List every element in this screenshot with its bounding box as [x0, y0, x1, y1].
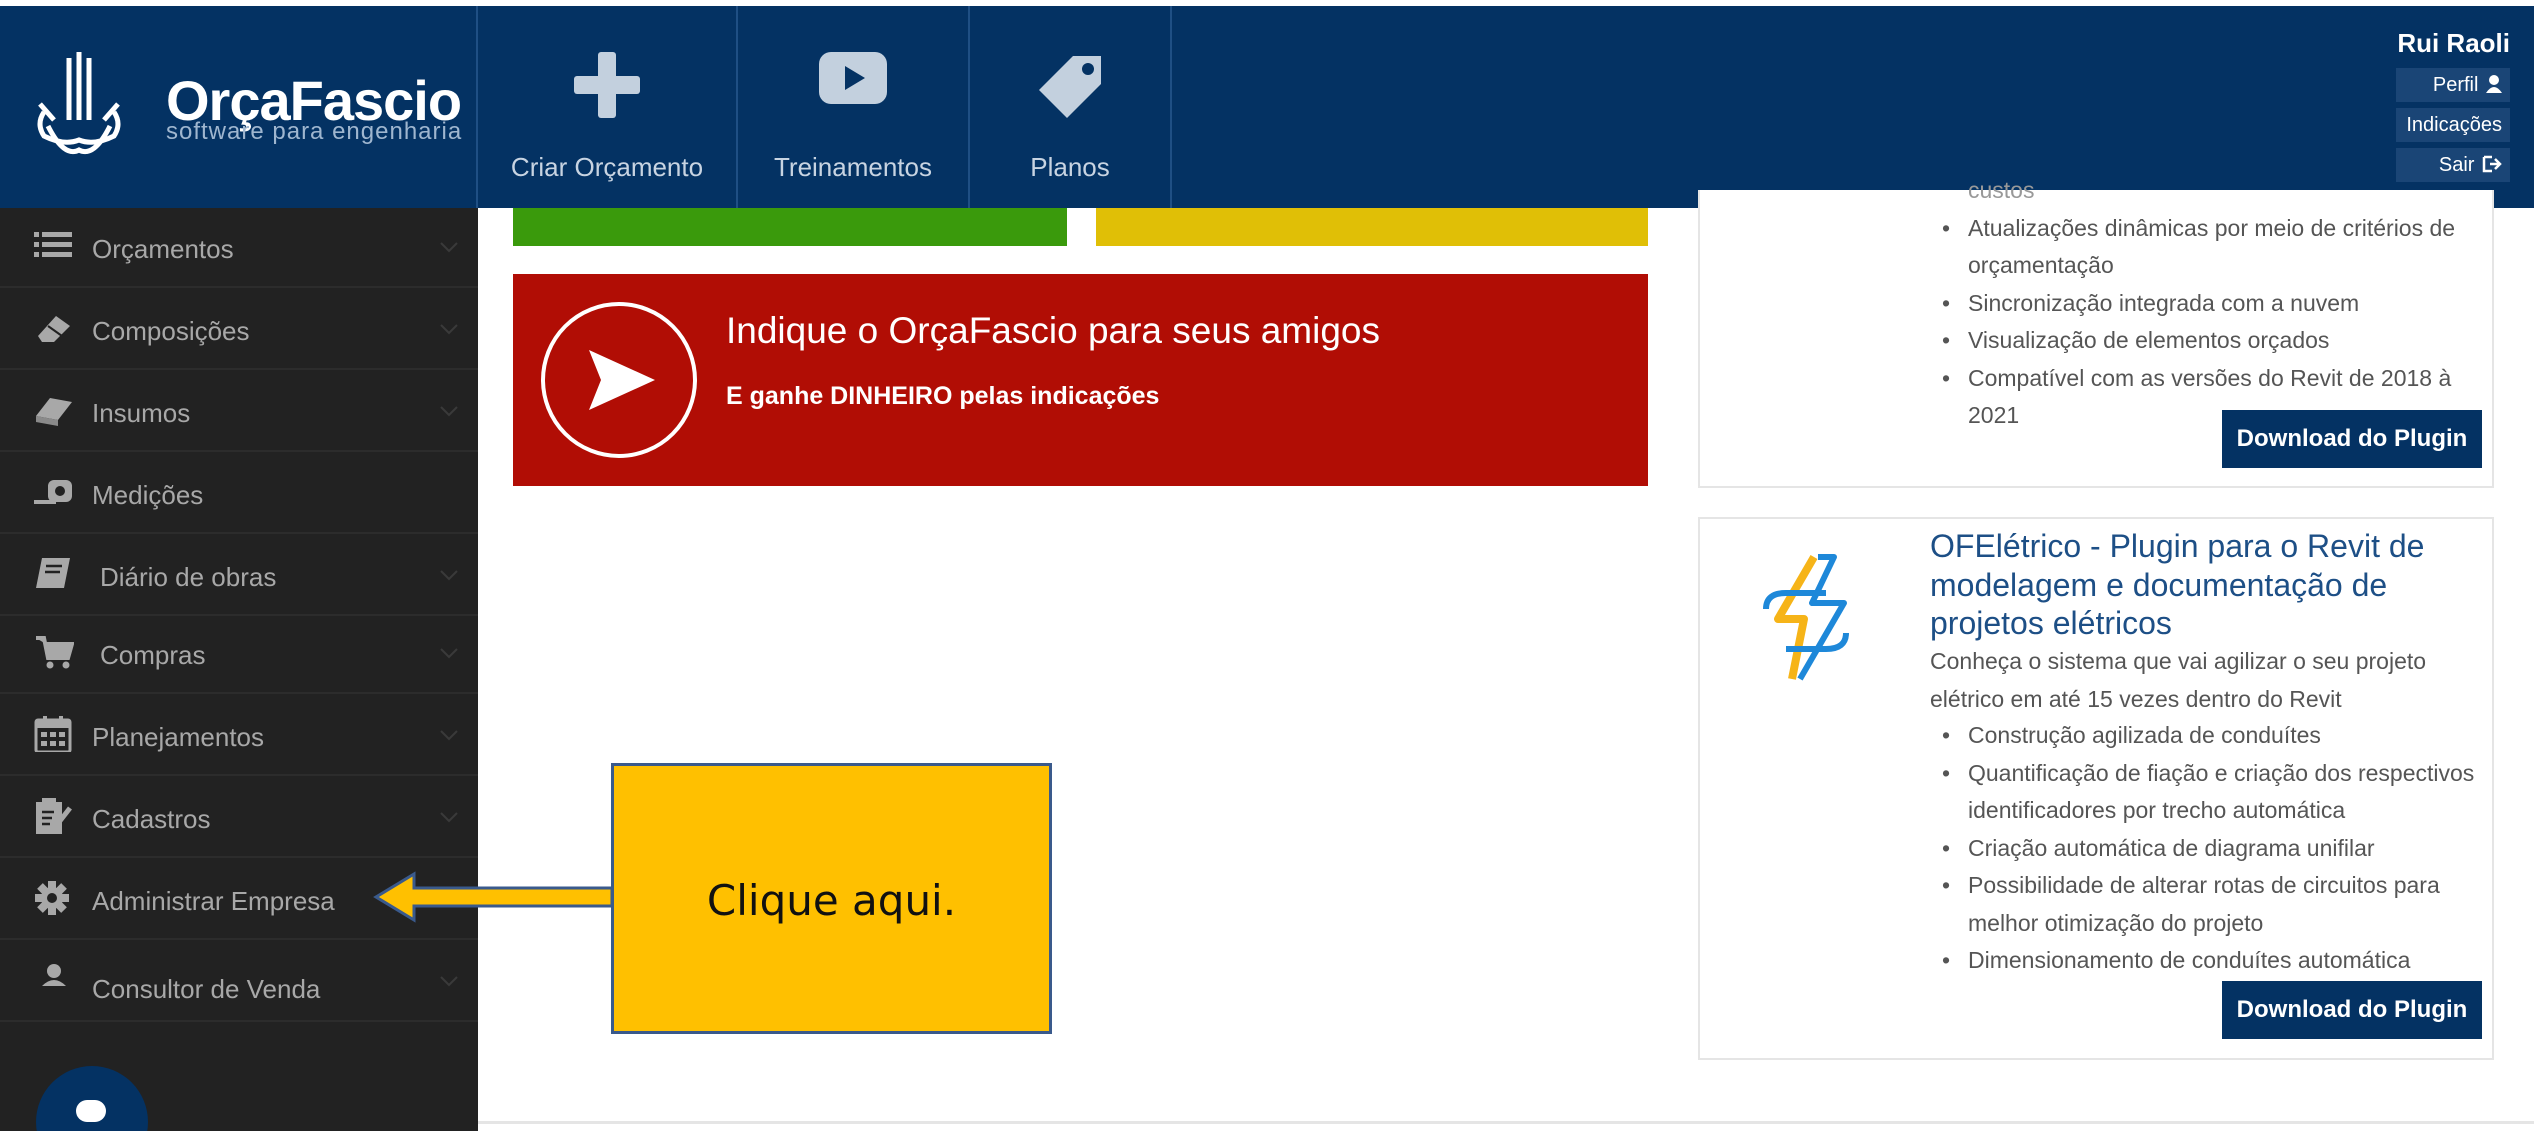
tag-icon	[1039, 56, 1101, 118]
plugin-card-orcamento: custos • Atualizações dinâmicas por meio …	[1698, 177, 2494, 488]
plugin-features-list: • Construção agilizada de conduítes • Quan…	[1942, 717, 2508, 980]
sidebar-item-label: Administrar Empresa	[92, 886, 335, 916]
sidebar-item-label: Compras	[100, 640, 206, 670]
nav-label: Criar Orçamento	[510, 152, 704, 182]
nav-treinamentos[interactable]: Treinamentos	[738, 6, 970, 208]
sidebar-item-orcamentos[interactable]: Orçamentos	[0, 208, 478, 288]
yellow-dashboard-tile[interactable]	[1096, 208, 1648, 246]
sidebar-item-label: Orçamentos	[92, 234, 234, 264]
annotation-arrow-icon	[373, 871, 614, 923]
chevron-down-icon	[440, 648, 458, 659]
sidebar-item-diario-de-obras[interactable]: Diário de obras	[0, 536, 478, 616]
user-icon	[42, 964, 66, 986]
annotation-callout: Clique aqui.	[611, 763, 1052, 1034]
brand-logo[interactable]: OrçaFascio software para engenharia	[0, 6, 478, 208]
referrals-link-label: Indicações	[2406, 114, 2502, 136]
sidebar-item-cadastros[interactable]: Cadastros	[0, 778, 478, 858]
sign-out-icon	[2482, 155, 2502, 173]
sidebar-item-label: Insumos	[92, 398, 191, 428]
profile-link[interactable]: Perfil	[2396, 68, 2510, 102]
download-plugin-button[interactable]: Download do Plugin	[2222, 410, 2482, 468]
list-item: • Sincronização integrada com a nuvem	[1942, 289, 2360, 316]
green-dashboard-tile[interactable]	[513, 208, 1067, 246]
chat-icon	[76, 1100, 106, 1122]
sidebar: Orçamentos Composições Insumos Medições …	[0, 208, 478, 1131]
play-icon	[819, 52, 887, 104]
referral-banner[interactable]: Indique o OrçaFascio para seus amigos E …	[513, 274, 1648, 486]
list-item: • Atualizações dinâmicas por meio de crit…	[1942, 214, 2456, 279]
tape-measure-icon	[34, 480, 72, 504]
download-plugin-button[interactable]: Download do Plugin	[2222, 981, 2482, 1039]
list-item: • Criação automática de diagrama unifilar	[1942, 834, 2375, 861]
cart-icon	[36, 636, 74, 669]
referral-subtitle: E ganhe DINHEIRO pelas indicações	[726, 382, 1160, 410]
sidebar-item-insumos[interactable]: Insumos	[0, 372, 478, 452]
nav-planos[interactable]: Planos	[970, 6, 1172, 208]
sidebar-item-label: Consultor de Venda	[92, 974, 321, 1004]
list-item: • Possibilidade de alterar rotas de circu…	[1942, 872, 2440, 936]
calendar-icon	[34, 716, 72, 752]
logo-mark-icon	[37, 52, 121, 154]
sidebar-item-medicoes[interactable]: Medições	[0, 454, 478, 534]
chevron-down-icon	[440, 324, 458, 335]
send-icon	[541, 302, 697, 458]
chevron-down-icon	[440, 406, 458, 417]
eraser-icon	[38, 316, 70, 342]
list-item: custos	[1968, 177, 2035, 203]
sidebar-item-label: Planejamentos	[92, 722, 264, 752]
sidebar-item-label: Diário de obras	[100, 562, 277, 592]
chat-widget-button[interactable]	[36, 1066, 148, 1131]
sidebar-item-label: Composições	[92, 316, 250, 346]
block-icon	[36, 398, 72, 426]
profile-link-label: Perfil	[2432, 74, 2479, 96]
sidebar-item-composicoes[interactable]: Composições	[0, 290, 478, 370]
nav-criar-orcamento[interactable]: Criar Orçamento	[478, 6, 738, 208]
plus-icon	[574, 52, 640, 118]
gear-icon	[35, 881, 69, 915]
sidebar-item-planejamentos[interactable]: Planejamentos	[0, 696, 478, 776]
nav-label: Treinamentos	[774, 152, 932, 182]
user-name: Rui Raoli	[2397, 28, 2510, 58]
chevron-down-icon	[440, 812, 458, 823]
plugin-title: OFElétrico - Plugin para o Revit de mode…	[1930, 528, 2425, 641]
clipboard-icon	[36, 798, 72, 834]
list-item: • Quantificação de fiação e criação dos r…	[1942, 759, 2475, 824]
divider	[478, 1121, 2534, 1124]
list-icon	[34, 232, 72, 257]
chevron-down-icon	[440, 570, 458, 581]
chevron-down-icon	[440, 242, 458, 253]
list-item: • Construção agilizada de conduítes	[1942, 722, 2321, 748]
sidebar-item-label: Cadastros	[92, 804, 211, 834]
plugin-features-list: custos • Atualizações dinâmicas por meio …	[1942, 177, 2492, 435]
chevron-down-icon	[440, 976, 458, 987]
sidebar-item-consultor-de-venda[interactable]: Consultor de Venda	[0, 942, 478, 1022]
plugin-card-ofeletrico: OFElétrico - Plugin para o Revit de mode…	[1698, 517, 2494, 1060]
referral-title: Indique o OrçaFascio para seus amigos	[726, 310, 1381, 351]
nav-label: Planos	[1030, 152, 1110, 182]
list-item: • Dimensionamento de conduítes automática	[1942, 947, 2411, 973]
sidebar-item-compras[interactable]: Compras	[0, 614, 478, 694]
annotation-text: Clique aqui.	[706, 876, 957, 925]
referrals-link[interactable]: Indicações	[2396, 108, 2510, 142]
brand-tagline: software para engenharia	[166, 118, 463, 145]
sidebar-item-label: Medições	[92, 480, 204, 510]
plugin-description: Conheça o sistema que vai agilizar o seu…	[1930, 648, 2427, 712]
user-icon	[2486, 75, 2502, 93]
lightning-bolt-icon	[1763, 554, 1849, 681]
chevron-down-icon	[440, 730, 458, 741]
list-item: • Visualização de elementos orçados	[1942, 327, 2330, 353]
book-icon	[36, 558, 70, 588]
